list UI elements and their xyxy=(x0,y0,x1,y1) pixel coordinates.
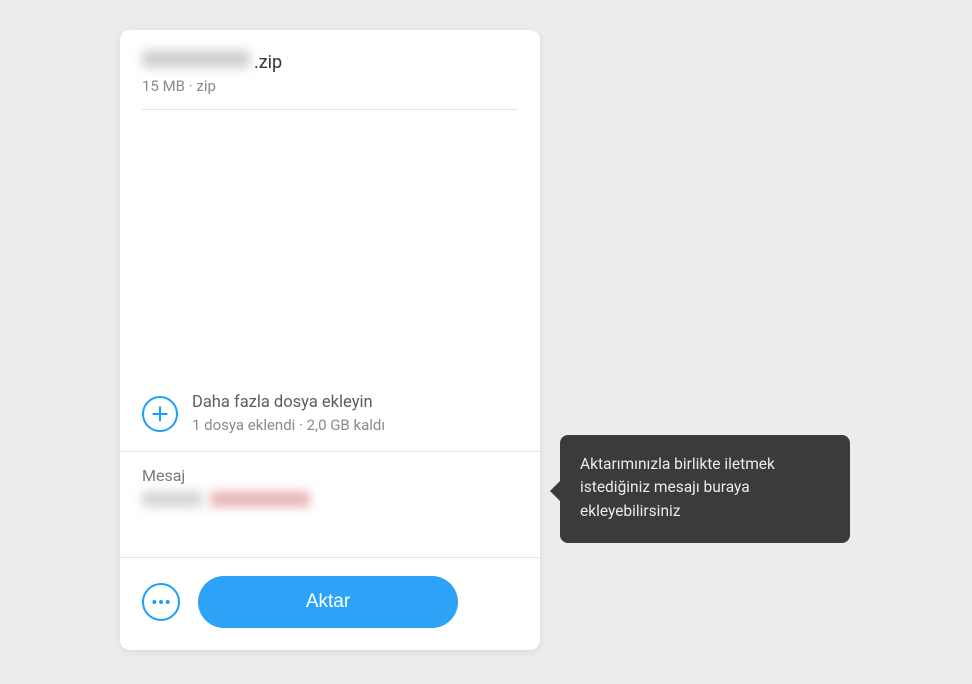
message-label: Mesaj xyxy=(142,466,518,485)
file-type: zip xyxy=(196,77,216,95)
ellipsis-icon xyxy=(151,599,171,605)
tooltip-text: Aktarımınızla birlikte iletmek istediğin… xyxy=(580,455,775,520)
more-options-button[interactable] xyxy=(142,583,180,621)
card-footer: Aktar xyxy=(120,558,540,650)
transfer-card: .zip 15 MB · zip Daha fazla dosya ekleyi… xyxy=(120,30,540,650)
file-list: .zip 15 MB · zip xyxy=(120,30,540,124)
file-size: 15 MB xyxy=(142,77,185,95)
message-section[interactable]: Mesaj xyxy=(120,452,540,557)
add-more-title: Daha fazla dosya ekleyin xyxy=(192,392,385,414)
file-extension: .zip xyxy=(254,52,282,73)
plus-icon xyxy=(142,396,178,432)
file-name-row: .zip xyxy=(142,50,518,73)
file-name-blurred xyxy=(142,50,250,68)
add-more-text: Daha fazla dosya ekleyin 1 dosya eklendi… xyxy=(192,392,385,435)
spacer xyxy=(120,124,540,392)
transfer-button[interactable]: Aktar xyxy=(198,576,458,628)
file-meta: 15 MB · zip xyxy=(142,77,518,95)
add-more-subtitle: 1 dosya eklendi · 2,0 GB kaldı xyxy=(192,415,385,435)
message-blur-part xyxy=(142,491,202,507)
message-tooltip: Aktarımınızla birlikte iletmek istediğin… xyxy=(560,435,850,543)
add-more-files[interactable]: Daha fazla dosya ekleyin 1 dosya eklendi… xyxy=(120,392,540,451)
message-blur-part xyxy=(210,491,310,507)
file-item[interactable]: .zip 15 MB · zip xyxy=(142,50,518,110)
message-content-blurred xyxy=(142,491,518,507)
